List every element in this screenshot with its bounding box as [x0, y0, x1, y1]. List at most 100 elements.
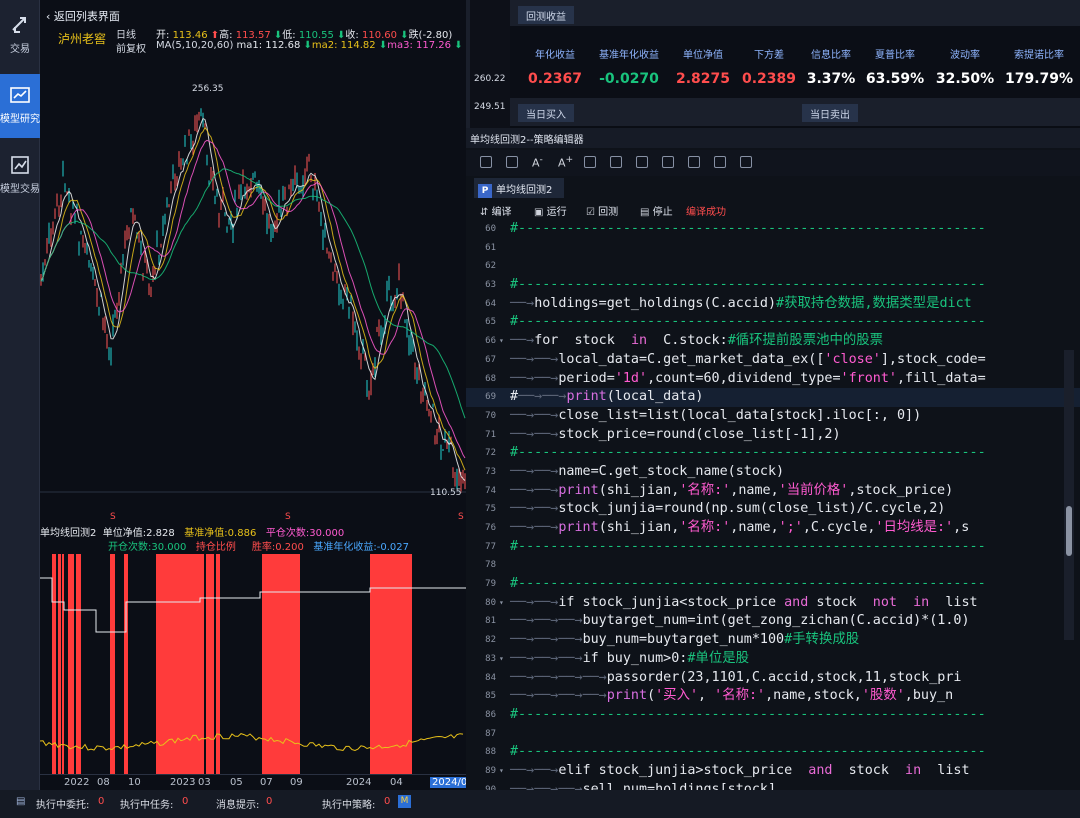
code-line[interactable]: 79 #-------------------------------------… [466, 575, 1080, 594]
line-number: 74 [485, 485, 496, 496]
doc-settings-icon[interactable] [714, 156, 726, 168]
code-text: ──→──→──→buy_num=buytarget_num*100#手转换成股 [510, 632, 860, 648]
code-line[interactable]: 63 #-------------------------------------… [466, 276, 1080, 295]
code-scrollbar[interactable] [1064, 350, 1074, 640]
x-tick: 2024 [346, 777, 372, 788]
code-area[interactable]: 60 #-------------------------------------… [466, 220, 1080, 790]
line-number: 73 [485, 466, 496, 477]
save-icon[interactable] [480, 156, 492, 168]
position-bar [216, 554, 220, 774]
compile-button[interactable]: ⇵ 编译 [480, 203, 512, 218]
export-icon[interactable] [610, 156, 622, 168]
code-line[interactable]: 60 #-------------------------------------… [466, 220, 1080, 239]
line-number: 60 [485, 224, 496, 234]
code-line[interactable]: 73 ──→──→name=C.get_stock_name(stock) [466, 463, 1080, 482]
code-line[interactable]: 83 ▾ ──→──→──→if buy_num>0:#单位是股 [466, 650, 1080, 669]
line-number: 68 [485, 373, 496, 384]
price-tick: 249.51 [474, 102, 506, 112]
x-tick: 04 [390, 777, 403, 788]
backtest-button[interactable]: ☑ 回测 [586, 203, 618, 218]
font-decrease-icon[interactable]: A- [532, 154, 544, 170]
code-text: ──→──→period='1d',count=60,dividend_type… [510, 370, 986, 386]
code-line[interactable]: 64 ──→holdings=get_holdings(C.accid)#获取持仓… [466, 295, 1080, 314]
code-line[interactable]: 72 #-------------------------------------… [466, 444, 1080, 463]
code-line[interactable]: 67 ──→──→local_data=C.get_market_data_ex(… [466, 351, 1080, 370]
fold-icon[interactable]: ▾ [499, 650, 504, 669]
code-line[interactable]: 80 ▾ ──→──→if stock_junjia<stock_price and… [466, 594, 1080, 613]
tab-today-sell[interactable]: 当日卖出 [802, 104, 858, 122]
editor-actions: ⇵ 编译 ▣ 运行 ☑ 回测 ▤ 停止 编译成功 [466, 200, 1080, 220]
line-number: 67 [485, 354, 496, 365]
x-tick: 08 [97, 777, 110, 788]
code-line[interactable]: 61 [466, 239, 1080, 258]
code-line[interactable]: 65 #-------------------------------------… [466, 313, 1080, 332]
adjust-label[interactable]: 前复权 [116, 40, 146, 55]
tab-today-buy[interactable]: 当日买入 [518, 104, 574, 122]
x-tick: 09 [290, 777, 303, 788]
code-line[interactable]: 90 ──→──→──→sell_num=holdings[stock] [466, 781, 1080, 790]
sell-signal-marker: S [110, 512, 116, 522]
back-to-list-button[interactable]: ‹ 返回列表界面 [46, 8, 120, 24]
scrollbar-thumb[interactable] [1066, 506, 1072, 556]
import-icon[interactable] [584, 156, 596, 168]
doc-search-icon[interactable] [688, 156, 700, 168]
fold-icon[interactable]: ▾ [499, 332, 504, 351]
stop-button[interactable]: ▤ 停止 [640, 203, 673, 218]
code-line[interactable]: 81 ──→──→──→buytarget_num=int(get_zong_zi… [466, 612, 1080, 631]
code-line[interactable]: 84 ──→──→──→──→passorder(23,1101,C.accid,… [466, 669, 1080, 688]
position-subplot[interactable] [40, 552, 466, 774]
code-text: #---------------------------------------… [510, 277, 986, 293]
code-line[interactable]: 78 [466, 556, 1080, 575]
run-button[interactable]: ▣ 运行 [534, 203, 567, 218]
doc-tools-icon[interactable] [740, 156, 752, 168]
sidebar-item-model-research[interactable]: 模型研究 [0, 74, 40, 138]
code-text: #---------------------------------------… [510, 221, 986, 236]
code-line[interactable]: 62 [466, 257, 1080, 276]
tab-strategy-file[interactable]: P 单均线回测2 [474, 178, 564, 198]
strategy-monitor-icon[interactable]: M [398, 795, 411, 808]
code-line[interactable]: 86 #-------------------------------------… [466, 706, 1080, 725]
sidebar-item-label: 模型交易 [0, 184, 40, 195]
code-line[interactable]: 85 ──→──→──→──→print('买入', '名称:',name,sto… [466, 687, 1080, 706]
tab-backtest-return[interactable]: 回测收益 [518, 6, 574, 24]
backtest-icon: ☑ [586, 207, 599, 218]
code-line[interactable]: 76 ──→──→print(shi_jian,'名称:',name,';',C.… [466, 519, 1080, 538]
save-all-icon[interactable] [506, 156, 518, 168]
code-line[interactable]: 88 #-------------------------------------… [466, 743, 1080, 762]
code-line[interactable]: 77 #-------------------------------------… [466, 538, 1080, 557]
copy-icon[interactable] [636, 156, 648, 168]
doc-icon[interactable] [662, 156, 674, 168]
line-number: 81 [485, 616, 496, 627]
code-line[interactable]: 75 ──→──→stock_junjia=round(np.sum(close_… [466, 500, 1080, 519]
code-text: ──→──→name=C.get_stock_name(stock) [510, 463, 785, 479]
line-number: 63 [485, 280, 496, 291]
stat-downside-variance: 下方差 0.2389 [741, 50, 797, 87]
fold-icon[interactable]: ▾ [499, 762, 504, 781]
fold-icon[interactable]: ▾ [499, 594, 504, 613]
stat-sharpe-ratio: 夏普比率 63.59% [865, 50, 925, 87]
code-line[interactable]: 74 ──→──→print(shi_jian,'名称:',name,'当前价格'… [466, 482, 1080, 501]
font-increase-icon[interactable]: A+ [558, 154, 573, 170]
sidebar-item-model-trade[interactable]: 模型交易 [0, 144, 40, 208]
low-price-label: 110.55 [430, 488, 462, 498]
period-label[interactable]: 日线 [116, 26, 136, 41]
model-trade-icon [11, 156, 29, 174]
line-number: 64 [485, 298, 496, 309]
code-line[interactable]: 71 ──→──→stock_price=round(close_list[-1]… [466, 426, 1080, 445]
code-line[interactable]: 69 #──→──→print(local_data) [466, 388, 1080, 407]
code-line[interactable]: 82 ──→──→──→buy_num=buytarget_num*100#手转换… [466, 631, 1080, 650]
position-bar [52, 554, 56, 774]
code-text: #---------------------------------------… [510, 576, 986, 592]
sidebar-item-trade[interactable]: 交易 [0, 4, 40, 68]
code-line[interactable]: 68 ──→──→period='1d',count=60,dividend_ty… [466, 370, 1080, 389]
code-line[interactable]: 70 ──→──→close_list=list(local_data[stock… [466, 407, 1080, 426]
sell-signal-marker: S [285, 512, 291, 522]
candlestick-plot[interactable] [40, 56, 466, 516]
code-line[interactable]: 89 ▾ ──→──→elif stock_junjia>stock_price a… [466, 762, 1080, 781]
sidebar-item-label: 交易 [10, 44, 30, 55]
sell-signal-marker: S [458, 512, 464, 522]
stock-name: 泸州老窖 [58, 32, 107, 46]
code-line[interactable]: 66 ▾ ──→for stock in C.stock:#循环提前股票池中的股票 [466, 332, 1080, 351]
position-bar [370, 554, 412, 774]
code-line[interactable]: 87 [466, 725, 1080, 744]
